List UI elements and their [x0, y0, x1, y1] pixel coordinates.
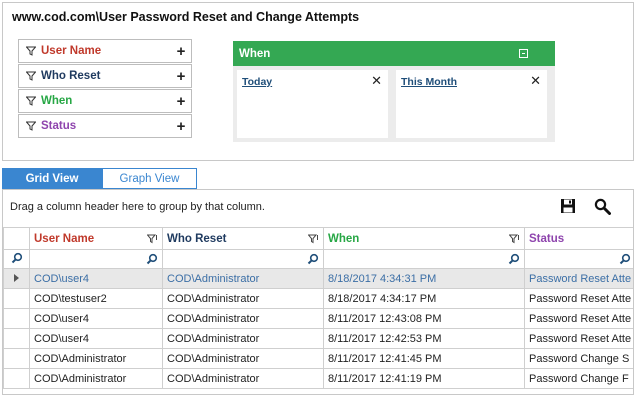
row-indicator	[3, 328, 30, 349]
who-reset-cell[interactable]: COD\Administrator	[162, 268, 324, 289]
user-name-cell[interactable]: COD\Administrator	[29, 368, 163, 389]
who-reset-cell[interactable]: COD\Administrator	[162, 328, 324, 349]
this-month-link[interactable]: This Month	[401, 76, 457, 88]
user-name-cell[interactable]: COD\testuser2	[29, 288, 163, 309]
tab-grid-view[interactable]: Grid View	[2, 168, 102, 189]
plus-icon[interactable]: +	[171, 93, 191, 110]
column-header-user-name[interactable]: User Name	[29, 227, 163, 250]
who-reset-filter-cell[interactable]	[162, 249, 324, 269]
table-row[interactable]: COD\user4 COD\Administrator 8/11/2017 12…	[3, 328, 633, 349]
funnel-icon[interactable]	[508, 234, 520, 247]
table-row[interactable]: COD\user4 COD\Administrator 8/18/2017 4:…	[3, 268, 633, 289]
row-indicator	[3, 308, 30, 329]
filter-label: Status	[41, 120, 77, 132]
who-reset-cell[interactable]: COD\Administrator	[162, 368, 324, 389]
today-link[interactable]: Today	[242, 76, 272, 88]
results-grid: User Name Who Reset When Status COD\user…	[3, 227, 633, 389]
column-header-label: User Name	[34, 232, 95, 245]
when-panel-title: When	[239, 47, 271, 60]
user-name-cell[interactable]: COD\user4	[29, 328, 163, 349]
status-cell[interactable]: Password Change S	[524, 348, 633, 369]
status-cell[interactable]: Password Reset Atte	[524, 288, 633, 309]
funnel-icon	[21, 71, 41, 81]
filter-panel: www.cod.com\User Password Reset and Chan…	[2, 2, 634, 161]
when-card-this-month: This Month ✕	[396, 70, 547, 138]
search-icon[interactable]	[146, 253, 158, 268]
who-reset-cell[interactable]: COD\Administrator	[162, 288, 324, 309]
grid-panel: Drag a column header here to group by th…	[2, 189, 634, 395]
when-card-today: Today ✕	[237, 70, 388, 138]
status-filter-cell[interactable]	[524, 249, 633, 269]
status-cell[interactable]: Password Reset Atte	[524, 328, 633, 349]
table-row[interactable]: COD\Administrator COD\Administrator 8/11…	[3, 368, 633, 389]
funnel-icon	[21, 46, 41, 56]
status-cell[interactable]: Password Reset Atte	[524, 308, 633, 329]
row-arrow-icon	[14, 273, 19, 282]
table-row[interactable]: COD\user4 COD\Administrator 8/11/2017 12…	[3, 308, 633, 329]
group-by-hint: Drag a column header here to group by th…	[10, 201, 265, 213]
funnel-icon[interactable]	[146, 234, 158, 247]
when-cell[interactable]: 8/18/2017 4:34:17 PM	[323, 288, 525, 309]
column-header-who-reset[interactable]: Who Reset	[162, 227, 324, 250]
filter-item-user-name[interactable]: User Name +	[18, 39, 192, 63]
when-cell[interactable]: 8/11/2017 12:43:08 PM	[323, 308, 525, 329]
filter-item-status[interactable]: Status +	[18, 114, 192, 138]
user-name-cell[interactable]: COD\user4	[29, 308, 163, 329]
tab-graph-view[interactable]: Graph View	[102, 168, 197, 189]
search-icon[interactable]	[619, 253, 631, 268]
table-row[interactable]: COD\testuser2 COD\Administrator 8/18/201…	[3, 288, 633, 309]
search-icon[interactable]	[508, 253, 520, 268]
search-icon[interactable]	[307, 253, 319, 268]
filter-row-selector	[3, 249, 30, 269]
filter-label: When	[41, 95, 73, 107]
column-header-label: Who Reset	[167, 232, 227, 245]
column-header-label: Status	[529, 232, 565, 245]
row-indicator	[3, 368, 30, 389]
search-icon	[11, 252, 22, 263]
close-icon[interactable]: ✕	[530, 73, 541, 89]
row-indicator	[3, 288, 30, 309]
report-title: www.cod.com\User Password Reset and Chan…	[12, 10, 360, 24]
funnel-icon	[21, 96, 41, 106]
table-row[interactable]: COD\Administrator COD\Administrator 8/11…	[3, 348, 633, 369]
when-cell[interactable]: 8/11/2017 12:41:45 PM	[323, 348, 525, 369]
filter-row	[3, 249, 633, 269]
who-reset-cell[interactable]: COD\Administrator	[162, 348, 324, 369]
plus-icon[interactable]: +	[171, 118, 191, 135]
close-icon[interactable]: ✕	[371, 73, 382, 89]
plus-icon[interactable]: +	[171, 68, 191, 85]
column-header-label: When	[328, 232, 360, 245]
column-header-when[interactable]: When	[323, 227, 525, 250]
search-icon[interactable]	[594, 198, 611, 218]
collapse-icon[interactable]	[519, 49, 528, 58]
row-indicator	[3, 348, 30, 369]
plus-icon[interactable]: +	[171, 43, 191, 60]
funnel-icon[interactable]	[307, 234, 319, 247]
when-cell[interactable]: 8/11/2017 12:42:53 PM	[323, 328, 525, 349]
when-filter-panel: When Today ✕ This Month ✕	[233, 41, 555, 142]
when-panel-header: When	[233, 41, 555, 66]
user-name-cell[interactable]: COD\user4	[29, 268, 163, 289]
who-reset-cell[interactable]: COD\Administrator	[162, 308, 324, 329]
when-cell[interactable]: 8/11/2017 12:41:19 PM	[323, 368, 525, 389]
column-header-status[interactable]: Status	[524, 227, 633, 250]
filter-item-when[interactable]: When +	[18, 89, 192, 113]
when-filter-cell[interactable]	[323, 249, 525, 269]
filter-label: User Name	[41, 45, 102, 57]
user-name-cell[interactable]: COD\Administrator	[29, 348, 163, 369]
view-tabs: Grid View Graph View	[2, 168, 197, 189]
row-selector-header	[3, 227, 30, 250]
funnel-icon	[21, 121, 41, 131]
filter-label: Who Reset	[41, 70, 101, 82]
row-indicator	[3, 268, 30, 289]
when-cell[interactable]: 8/18/2017 4:34:31 PM	[323, 268, 525, 289]
status-cell[interactable]: Password Change F	[524, 368, 633, 389]
grid-header-row: User Name Who Reset When Status	[3, 227, 633, 250]
status-cell[interactable]: Password Reset Atte	[524, 268, 633, 289]
filter-item-who-reset[interactable]: Who Reset +	[18, 64, 192, 88]
save-icon[interactable]	[560, 198, 576, 217]
user-name-filter-cell[interactable]	[29, 249, 163, 269]
